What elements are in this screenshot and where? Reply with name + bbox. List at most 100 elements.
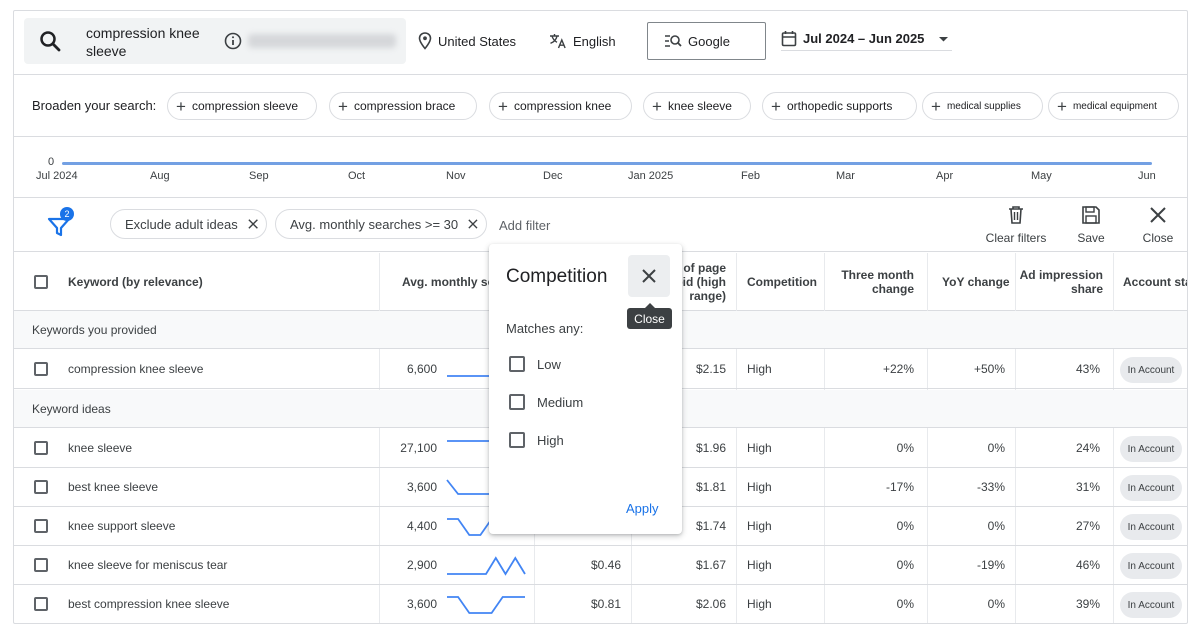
option-checkbox[interactable] [509, 394, 525, 410]
keyword-cell[interactable]: compression knee sleeve [68, 350, 203, 388]
header-yoy[interactable]: YoY change [942, 253, 1010, 311]
table-row[interactable]: best compression knee sleeve 3,600 $0.81 $2… [14, 585, 1187, 623]
popup-title: Competition [506, 266, 608, 287]
row-checkbox[interactable] [34, 597, 48, 611]
keyword-search-box[interactable]: compression knee sleeve [24, 18, 406, 64]
language-selector[interactable]: English [549, 31, 616, 51]
keyword-cell[interactable]: best compression knee sleeve [68, 585, 229, 623]
broaden-chip-compression-sleeve[interactable]: + compression sleeve [167, 92, 317, 120]
close-icon[interactable] [468, 218, 478, 230]
timeline-month: May [1031, 170, 1052, 182]
select-all-checkbox[interactable] [34, 275, 48, 289]
row-checkbox[interactable] [34, 441, 48, 455]
option-label: Low [537, 356, 561, 372]
timeline-month: Jun [1138, 170, 1156, 182]
option-checkbox[interactable] [509, 432, 525, 448]
broaden-chip-knee-sleeve[interactable]: + knee sleeve [643, 92, 751, 120]
filter-chip-label: Exclude adult ideas [125, 216, 238, 232]
header-top-bid-line: range) [689, 289, 726, 303]
plus-icon: + [771, 96, 781, 116]
broaden-chip-medical-equipment[interactable]: + medical equipment [1048, 92, 1179, 120]
calendar-icon [781, 31, 797, 47]
table-row[interactable]: knee sleeve for meniscus tear 2,900 $0.46 $… [14, 546, 1187, 585]
header-top-bid-line: bid (high [675, 275, 726, 289]
yoy-cell: 0% [987, 597, 1005, 611]
avg-searches-cell: 2,900 [406, 558, 437, 572]
timeline-month: Dec [543, 170, 563, 182]
location-selector[interactable]: United States [418, 31, 516, 51]
competition-filter-popup: Competition Matches any: Low Medium High… [489, 244, 682, 534]
broaden-chip-medical-supplies[interactable]: + medical supplies [922, 92, 1043, 120]
header-competition[interactable]: Competition [747, 253, 817, 311]
yoy-cell: 0% [987, 441, 1005, 455]
header-avg-searches[interactable]: Avg. monthly sea [402, 253, 501, 311]
timeline-month: Nov [446, 170, 466, 182]
apply-button[interactable]: Apply [626, 501, 659, 516]
header-three-month[interactable]: Three month change [826, 253, 914, 311]
search-engine-selector[interactable]: Google [647, 22, 766, 60]
broaden-chip-compression-brace[interactable]: + compression brace [329, 92, 477, 120]
row-checkbox[interactable] [34, 558, 48, 572]
search-icon [40, 31, 61, 52]
option-label: Medium [537, 394, 584, 410]
option-low[interactable]: Low [509, 355, 561, 373]
popup-close-button[interactable] [628, 255, 670, 297]
search-query[interactable]: compression knee sleeve [86, 24, 206, 60]
header-keyword[interactable]: Keyword (by relevance) [68, 253, 203, 311]
keyword-cell[interactable]: knee sleeve [68, 429, 132, 467]
competition-cell: High [747, 362, 772, 376]
sparkline-path [447, 556, 526, 576]
sparkline-path [447, 596, 525, 614]
broaden-search-bar: Broaden your search: + compression sleeve… [14, 76, 1187, 137]
keyword-cell[interactable]: knee support sleeve [68, 507, 175, 545]
option-high[interactable]: High [509, 431, 564, 449]
date-range-selector[interactable]: Jul 2024 – Jun 2025 [781, 29, 953, 51]
ad-share-cell: 43% [1075, 362, 1100, 376]
timeline-zero-label: 0 [48, 156, 55, 168]
save-button[interactable]: Save [1071, 205, 1111, 245]
close-icon [642, 269, 656, 283]
option-checkbox[interactable] [509, 356, 525, 372]
keyword-cell[interactable]: best knee sleeve [68, 468, 158, 506]
header-ad-share[interactable]: Ad impression share [1019, 253, 1103, 311]
close-button[interactable]: Close [1138, 205, 1178, 245]
plus-icon: + [498, 96, 508, 116]
add-filter-button[interactable]: Add filter [499, 218, 550, 233]
translate-icon [550, 34, 566, 49]
clear-filters-button[interactable]: Clear filters [981, 205, 1051, 245]
filter-count-badge: 2 [60, 207, 74, 221]
competition-cell: High [747, 558, 772, 572]
date-range-label: Jul 2024 – Jun 2025 [803, 31, 925, 46]
location-pin-icon [418, 32, 432, 50]
broaden-chip-orthopedic-supports[interactable]: + orthopedic supports [762, 92, 917, 120]
close-icon[interactable] [248, 218, 258, 230]
in-account-badge: In Account [1120, 475, 1182, 501]
row-checkbox[interactable] [34, 480, 48, 494]
avg-searches-cell: 4,400 [406, 519, 437, 533]
timeline-month: Mar [836, 170, 855, 182]
row-checkbox[interactable] [34, 519, 48, 533]
filter-chip-exclude-adult[interactable]: Exclude adult ideas [110, 209, 267, 239]
timeline-month: Feb [741, 170, 760, 182]
high-bid-cell: $1.67 [695, 558, 726, 572]
row-checkbox[interactable] [34, 362, 48, 376]
trend-sparkline [447, 556, 526, 576]
broaden-chip-compression-knee[interactable]: + compression knee [489, 92, 632, 120]
language-label: English [573, 33, 616, 49]
close-label: Close [1142, 231, 1174, 245]
avg-searches-cell: 27,100 [400, 441, 437, 455]
three-month-cell: -17% [885, 480, 914, 494]
option-label: High [537, 432, 564, 448]
filter-chip-avg-searches[interactable]: Avg. monthly searches >= 30 [275, 209, 487, 239]
in-account-badge: In Account [1120, 357, 1182, 383]
search-engine-icon [665, 35, 682, 47]
plus-icon: + [1057, 96, 1067, 116]
keyword-cell[interactable]: knee sleeve for meniscus tear [68, 546, 227, 584]
three-month-cell: 0% [896, 441, 914, 455]
location-label: United States [438, 33, 517, 49]
ad-share-cell: 39% [1075, 597, 1100, 611]
info-icon[interactable] [224, 32, 242, 50]
header-account-status[interactable]: Account stat [1123, 253, 1187, 311]
high-bid-cell: $2.06 [695, 597, 726, 611]
option-medium[interactable]: Medium [509, 393, 583, 411]
